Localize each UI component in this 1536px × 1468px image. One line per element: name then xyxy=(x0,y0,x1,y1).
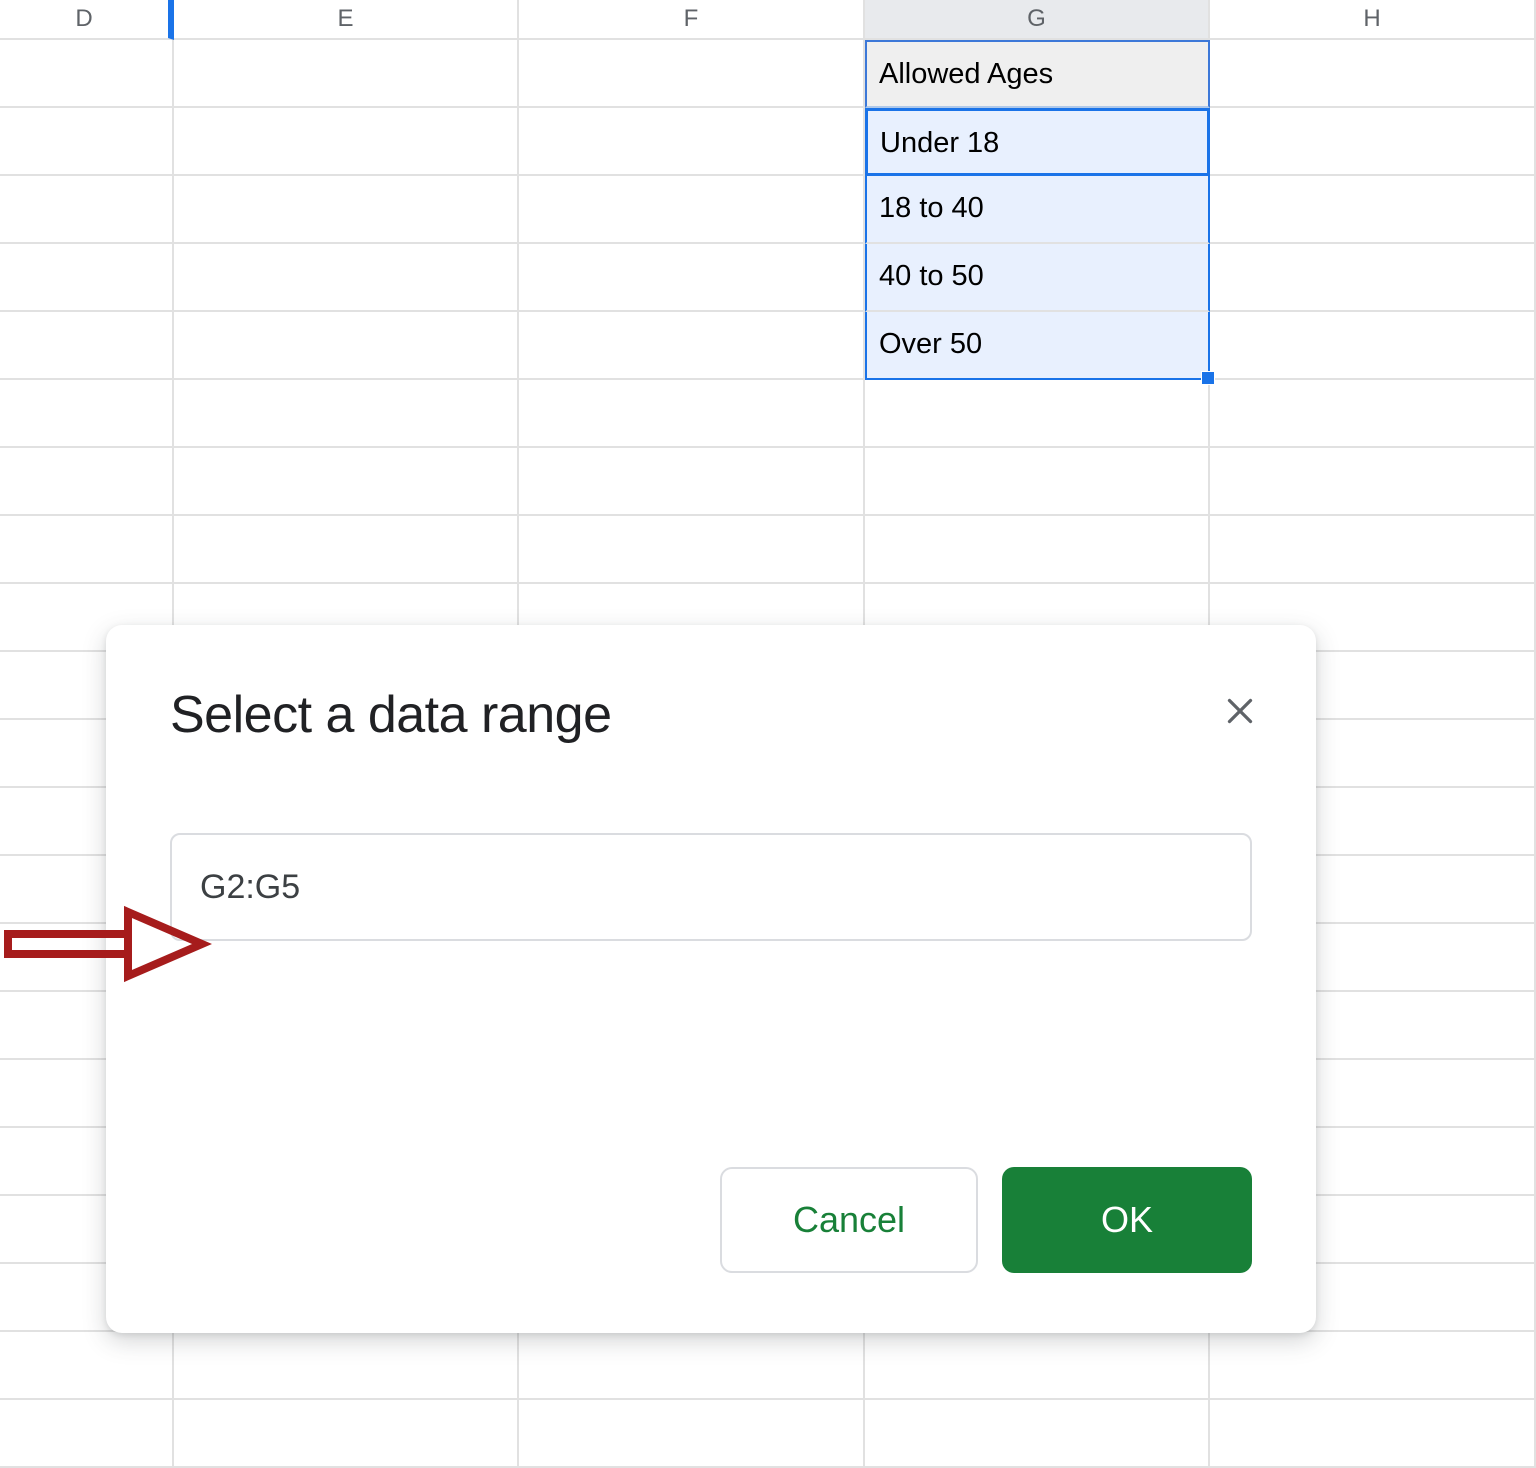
cell[interactable] xyxy=(865,1400,1210,1468)
cell[interactable] xyxy=(1210,516,1536,584)
cell-h3[interactable] xyxy=(1210,176,1536,244)
cell-d3[interactable] xyxy=(0,176,174,244)
cell[interactable] xyxy=(519,516,865,584)
cell-f1[interactable] xyxy=(519,40,865,108)
cell[interactable] xyxy=(519,448,865,516)
cell-e1[interactable] xyxy=(174,40,519,108)
cell-f3[interactable] xyxy=(519,176,865,244)
close-icon xyxy=(1222,693,1258,729)
cell-f5[interactable] xyxy=(519,312,865,380)
close-button[interactable] xyxy=(1222,693,1258,734)
cell[interactable] xyxy=(0,1332,174,1400)
cell[interactable] xyxy=(519,1332,865,1400)
cell-d1[interactable] xyxy=(0,40,174,108)
column-header-f[interactable]: F xyxy=(519,0,865,40)
cell[interactable] xyxy=(1210,1332,1536,1400)
column-header-h[interactable]: H xyxy=(1210,0,1536,40)
cell-e4[interactable] xyxy=(174,244,519,312)
dialog-title: Select a data range xyxy=(170,685,1252,745)
cell[interactable] xyxy=(174,380,519,448)
cell-g5[interactable]: Over 50 xyxy=(865,312,1210,380)
cell[interactable] xyxy=(1210,1400,1536,1468)
cell[interactable] xyxy=(0,516,174,584)
cell[interactable] xyxy=(865,448,1210,516)
cell-g4[interactable]: 40 to 50 xyxy=(865,244,1210,312)
cell-d4[interactable] xyxy=(0,244,174,312)
ok-button[interactable]: OK xyxy=(1002,1167,1252,1273)
cancel-button[interactable]: Cancel xyxy=(720,1167,978,1273)
cell[interactable] xyxy=(174,1400,519,1468)
column-header-d[interactable]: D xyxy=(0,0,174,40)
cell[interactable] xyxy=(865,380,1210,448)
cell[interactable] xyxy=(174,1332,519,1400)
cell-f2[interactable] xyxy=(519,108,865,176)
cell[interactable] xyxy=(865,516,1210,584)
cell-d2[interactable] xyxy=(0,108,174,176)
cell-h5[interactable] xyxy=(1210,312,1536,380)
cell[interactable] xyxy=(0,1400,174,1468)
cell[interactable] xyxy=(865,1332,1210,1400)
select-data-range-dialog: Select a data range Cancel OK xyxy=(106,625,1316,1333)
cell-h2[interactable] xyxy=(1210,108,1536,176)
cell-h1[interactable] xyxy=(1210,40,1536,108)
cell[interactable] xyxy=(1210,380,1536,448)
cell[interactable] xyxy=(519,380,865,448)
cell-g3[interactable]: 18 to 40 xyxy=(865,176,1210,244)
cell-e3[interactable] xyxy=(174,176,519,244)
cell[interactable] xyxy=(174,516,519,584)
cell-e2[interactable] xyxy=(174,108,519,176)
cell-g1[interactable]: Allowed Ages xyxy=(865,40,1210,108)
column-header-e[interactable]: E xyxy=(174,0,519,40)
cell-e5[interactable] xyxy=(174,312,519,380)
cell[interactable] xyxy=(519,1400,865,1468)
cell-f4[interactable] xyxy=(519,244,865,312)
cell[interactable] xyxy=(1210,448,1536,516)
cell-g2[interactable]: Under 18 xyxy=(865,108,1210,176)
column-header-g[interactable]: G xyxy=(865,0,1210,40)
cell-h4[interactable] xyxy=(1210,244,1536,312)
cell[interactable] xyxy=(0,380,174,448)
cell-d5[interactable] xyxy=(0,312,174,380)
cell[interactable] xyxy=(0,448,174,516)
cell[interactable] xyxy=(174,448,519,516)
data-range-input[interactable] xyxy=(170,833,1252,941)
